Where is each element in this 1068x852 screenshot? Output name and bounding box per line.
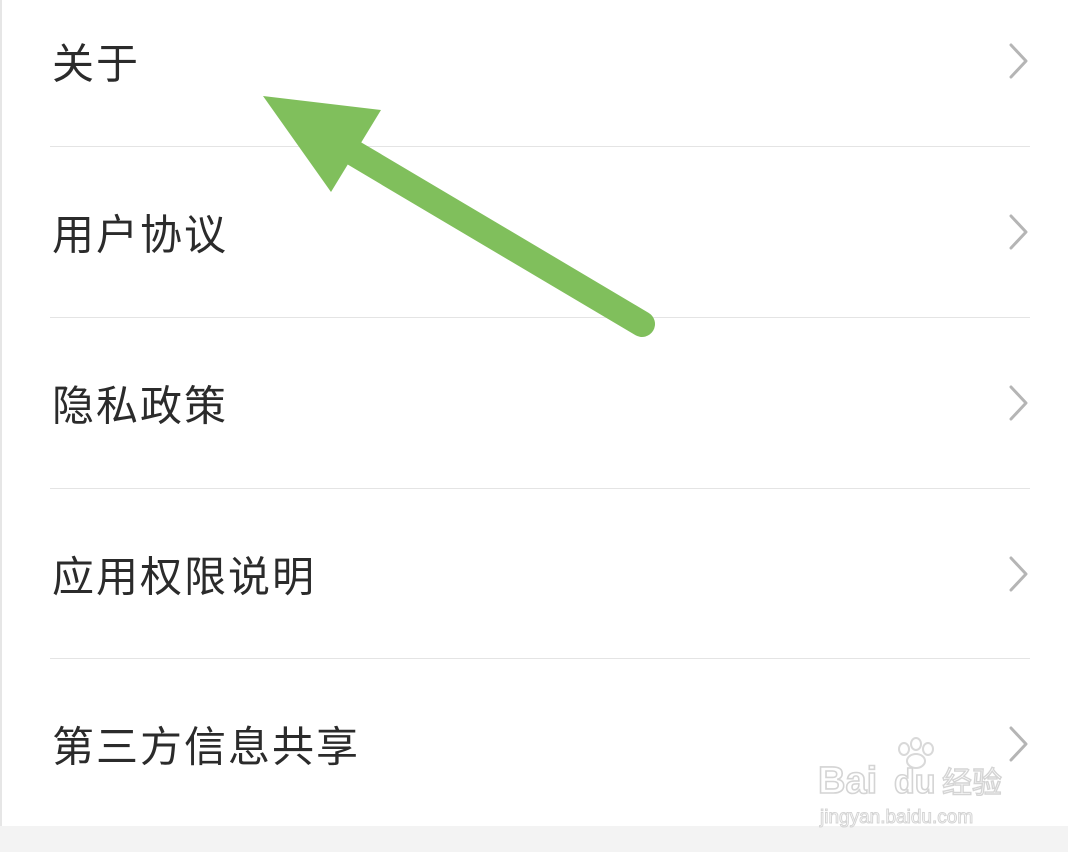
bottom-strip xyxy=(0,826,1068,852)
chevron-right-icon xyxy=(1009,385,1028,421)
chevron-right-icon xyxy=(1009,556,1028,592)
settings-menu-list: 关于 用户协议 隐私政策 应用权限说明 第三方信息共享 xyxy=(0,0,1068,826)
menu-item-about[interactable]: 关于 xyxy=(0,0,1068,146)
menu-item-third-party-sharing[interactable]: 第三方信息共享 xyxy=(0,659,1068,829)
menu-item-third-party-sharing-label: 第三方信息共享 xyxy=(52,722,361,772)
menu-item-privacy-policy-label: 隐私政策 xyxy=(52,381,229,431)
chevron-right-icon xyxy=(1009,43,1028,79)
menu-item-user-agreement[interactable]: 用户协议 xyxy=(0,147,1068,317)
chevron-right-icon xyxy=(1009,214,1028,250)
menu-item-about-label: 关于 xyxy=(52,39,141,89)
chevron-right-icon xyxy=(1009,726,1028,762)
menu-item-privacy-policy[interactable]: 隐私政策 xyxy=(0,318,1068,488)
menu-item-app-permissions-label: 应用权限说明 xyxy=(52,552,317,602)
settings-screen: 关于 用户协议 隐私政策 应用权限说明 第三方信息共享 Bai du 经验 ji… xyxy=(0,0,1068,852)
menu-item-user-agreement-label: 用户协议 xyxy=(52,210,229,260)
menu-item-app-permissions[interactable]: 应用权限说明 xyxy=(0,489,1068,659)
